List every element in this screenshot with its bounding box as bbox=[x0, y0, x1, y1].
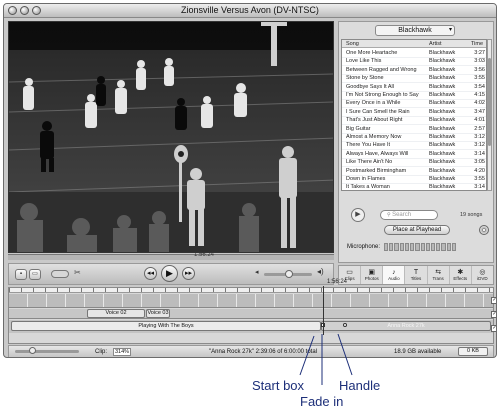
handle-leader bbox=[337, 333, 353, 376]
handle-callout: Handle bbox=[339, 378, 381, 393]
start-box-leader bbox=[299, 335, 315, 376]
start-box-callout: Start box bbox=[252, 378, 305, 393]
callout-leaders bbox=[299, 333, 353, 385]
fade-in-callout: Fade in bbox=[300, 394, 344, 409]
